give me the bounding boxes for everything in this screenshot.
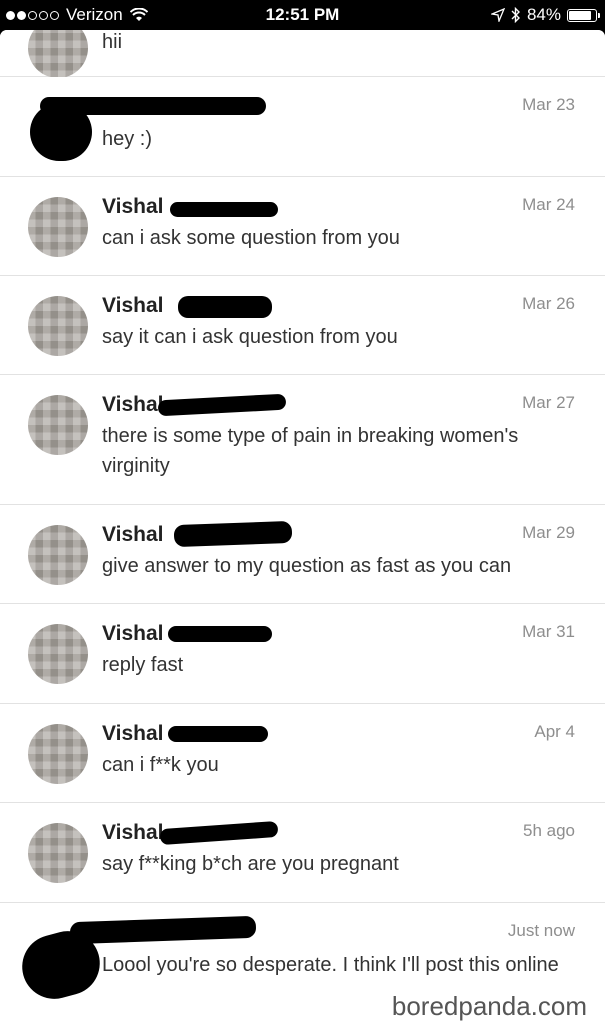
sender-name: Vishal: [102, 294, 164, 317]
redacted-name: [40, 97, 266, 115]
message-preview: say it can i ask question from you: [102, 326, 398, 348]
message-row[interactable]: Vishal say f**king b*ch are you pregnant…: [0, 803, 605, 903]
message-preview: hey :): [102, 128, 153, 150]
status-bar: Verizon 12:51 PM 84%: [0, 0, 605, 30]
message-row[interactable]: Vishal reply fast Mar 31: [0, 604, 605, 704]
message-preview: reply fast: [102, 654, 184, 676]
avatar: [28, 30, 88, 78]
message-date: 5h ago: [523, 821, 575, 840]
avatar: [28, 823, 88, 883]
sender-name: Vishal: [102, 393, 164, 416]
avatar: [28, 197, 88, 257]
message-row[interactable]: hii: [0, 30, 605, 78]
redacted-surname: [168, 726, 268, 742]
sender-name: Vishal: [102, 722, 164, 745]
message-preview: can i ask some question from you: [102, 227, 400, 249]
message-row[interactable]: hey :) Mar 23: [0, 77, 605, 177]
avatar: [28, 296, 88, 356]
message-preview: there is some type of pain in breaking w…: [102, 425, 519, 477]
message-row[interactable]: Vishal can i ask some question from you …: [0, 177, 605, 276]
message-date: Mar 31: [522, 622, 575, 641]
message-date: Mar 23: [522, 95, 575, 114]
message-row[interactable]: Vishal say it can i ask question from yo…: [0, 276, 605, 375]
message-preview: give answer to my question as fast as yo…: [102, 555, 512, 577]
message-date: Apr 4: [534, 722, 575, 741]
status-right: 84%: [490, 5, 600, 25]
redacted-surname: [170, 202, 278, 217]
message-date: Mar 27: [522, 393, 575, 412]
redacted-surname: [178, 296, 272, 318]
battery-icon: [567, 8, 600, 22]
location-arrow-icon: [490, 8, 505, 22]
redacted-surname: [168, 626, 272, 642]
avatar: [28, 624, 88, 684]
message-date: Just now: [507, 921, 575, 940]
bluetooth-icon: [511, 7, 520, 23]
redacted-name: [69, 915, 257, 945]
sender-name: Vishal: [102, 821, 164, 844]
message-preview: can i f**k you: [102, 754, 219, 776]
redacted-surname: [173, 520, 293, 548]
redacted-surname: [159, 820, 279, 846]
message-preview: say f**king b*ch are you pregnant: [102, 853, 399, 875]
message-preview: Loool you're so desperate. I think I'll …: [102, 954, 559, 976]
avatar: [28, 724, 88, 784]
message-list[interactable]: hii hey :) Mar 23 Vishal can i ask some …: [0, 30, 605, 1030]
message-row[interactable]: Vishal give answer to my question as fas…: [0, 505, 605, 604]
watermark-logo: boredpanda.com: [387, 991, 591, 1022]
avatar: [28, 395, 88, 455]
sender-name: Vishal: [102, 195, 164, 218]
message-date: Mar 24: [522, 195, 575, 214]
sender-name: Vishal: [102, 523, 164, 546]
battery-percent: 84%: [526, 5, 561, 24]
sender-name: Vishal: [102, 622, 164, 645]
message-row[interactable]: Vishal can i f**k you Apr 4: [0, 704, 605, 803]
message-row[interactable]: Vishal there is some type of pain in bre…: [0, 375, 605, 505]
message-date: Mar 26: [522, 294, 575, 313]
redacted-surname: [157, 393, 287, 417]
message-preview: hii: [102, 31, 123, 53]
avatar: [28, 525, 88, 585]
message-date: Mar 29: [522, 523, 575, 542]
